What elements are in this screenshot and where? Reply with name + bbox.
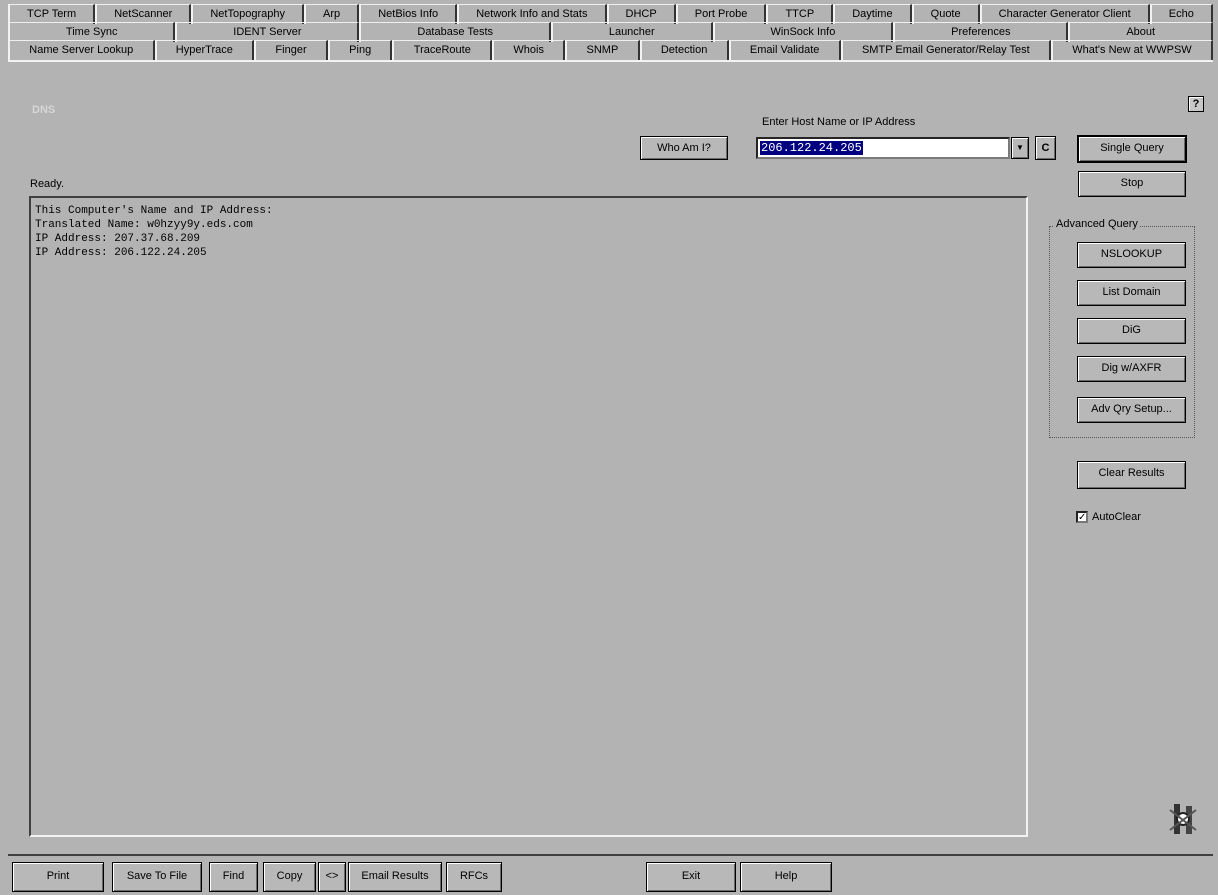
tab-row-2: Time Sync IDENT Server Database Tests Launc… <box>8 22 1213 42</box>
status-text: Ready. <box>30 178 65 190</box>
tab-character-generator-client[interactable]: Character Generator Client <box>979 4 1150 24</box>
result-line: IP Address: 206.122.24.205 <box>35 247 207 259</box>
tab-launcher[interactable]: Launcher <box>550 22 713 42</box>
save-to-file-button[interactable]: Save To File <box>112 862 202 892</box>
exit-button[interactable]: Exit <box>646 862 736 892</box>
help-button[interactable]: Help <box>740 862 832 892</box>
tab-database-tests[interactable]: Database Tests <box>359 22 551 42</box>
tab-dhcp[interactable]: DHCP <box>606 4 676 24</box>
tab-preferences[interactable]: Preferences <box>893 22 1069 42</box>
tab-time-sync[interactable]: Time Sync <box>8 22 176 42</box>
tab-network-info-and-stats[interactable]: Network Info and Stats <box>457 4 607 24</box>
who-am-i-button[interactable]: Who Am I? <box>640 136 728 160</box>
result-line: This Computer's Name and IP Address: <box>35 205 273 217</box>
tab-quote[interactable]: Quote <box>911 4 980 24</box>
advanced-query-legend: Advanced Query <box>1054 218 1140 230</box>
bottom-divider <box>8 854 1213 856</box>
tab-arp[interactable]: Arp <box>304 4 360 24</box>
tab-traceroute[interactable]: TraceRoute <box>392 40 493 60</box>
dig-button[interactable]: DiG <box>1077 318 1186 344</box>
tab-detection[interactable]: Detection <box>639 40 729 60</box>
email-results-button[interactable]: Email Results <box>348 862 442 892</box>
tab-ident-server[interactable]: IDENT Server <box>175 22 360 42</box>
tab-what-s-new-at-wwpsw[interactable]: What's New at WWPSW <box>1050 40 1213 60</box>
nslookup-button[interactable]: NSLOOKUP <box>1077 242 1186 268</box>
tab-ttcp[interactable]: TTCP <box>766 4 834 24</box>
adv-query-setup-button[interactable]: Adv Qry Setup... <box>1077 397 1186 423</box>
tab-tcp-term[interactable]: TCP Term <box>8 4 96 24</box>
autoclear-label: AutoClear <box>1092 511 1141 523</box>
result-line: Translated Name: w0hzyy9y.eds.com <box>35 219 253 231</box>
tab-row-1: TCP Term NetScanner NetTopography Arp NetBio… <box>8 4 1213 24</box>
tab-about[interactable]: About <box>1068 22 1213 42</box>
host-input[interactable]: 206.122.24.205 <box>756 137 1010 159</box>
print-button[interactable]: Print <box>12 862 104 892</box>
tab-whois[interactable]: Whois <box>492 40 566 60</box>
faded-label: DNS <box>32 104 56 116</box>
clear-results-button[interactable]: Clear Results <box>1077 461 1186 489</box>
tab-echo[interactable]: Echo <box>1149 4 1213 24</box>
tab-row-3: Name Server Lookup HyperTrace Finger Ping Tr… <box>8 40 1213 60</box>
find-button[interactable]: Find <box>209 862 258 892</box>
result-line: IP Address: 207.37.68.209 <box>35 233 201 245</box>
tab-daytime[interactable]: Daytime <box>833 4 912 24</box>
tab-winsock-info[interactable]: WinSock Info <box>712 22 894 42</box>
tab-smtp-email-generator-relay-test[interactable]: SMTP Email Generator/Relay Test <box>840 40 1051 60</box>
help-icon[interactable]: ? <box>1188 96 1204 112</box>
tab-snmp[interactable]: SNMP <box>565 40 640 60</box>
tab-port-probe[interactable]: Port Probe <box>675 4 767 24</box>
single-query-button[interactable]: Single Query <box>1078 136 1186 162</box>
dig-axfr-button[interactable]: Dig w/AXFR <box>1077 356 1186 382</box>
arrows-button[interactable]: <> <box>318 862 346 892</box>
autoclear-checkbox[interactable]: ✓ AutoClear <box>1076 511 1141 523</box>
tab-hypertrace[interactable]: HyperTrace <box>154 40 255 60</box>
tab-email-validate[interactable]: Email Validate <box>728 40 841 60</box>
stop-button[interactable]: Stop <box>1078 171 1186 197</box>
list-domain-button[interactable]: List Domain <box>1077 280 1186 306</box>
tab-divider <box>8 60 1213 62</box>
app-logo-icon <box>1169 804 1197 834</box>
tab-netbios-info[interactable]: NetBios Info <box>359 4 458 24</box>
tab-netscanner[interactable]: NetScanner <box>95 4 192 24</box>
checkmark-icon: ✓ <box>1076 511 1088 523</box>
tab-finger[interactable]: Finger <box>254 40 328 60</box>
results-textarea[interactable]: This Computer's Name and IP Address: Tra… <box>29 196 1028 837</box>
copy-button[interactable]: Copy <box>263 862 316 892</box>
rfcs-button[interactable]: RFCs <box>446 862 502 892</box>
tab-name-server-lookup[interactable]: Name Server Lookup <box>8 40 155 60</box>
chevron-down-icon[interactable]: ▼ <box>1011 137 1029 159</box>
host-label: Enter Host Name or IP Address <box>762 116 916 128</box>
tab-nettopography[interactable]: NetTopography <box>191 4 304 24</box>
host-input-value: 206.122.24.205 <box>760 141 863 155</box>
tab-ping[interactable]: Ping <box>327 40 393 60</box>
clear-host-button[interactable]: C <box>1035 136 1056 160</box>
